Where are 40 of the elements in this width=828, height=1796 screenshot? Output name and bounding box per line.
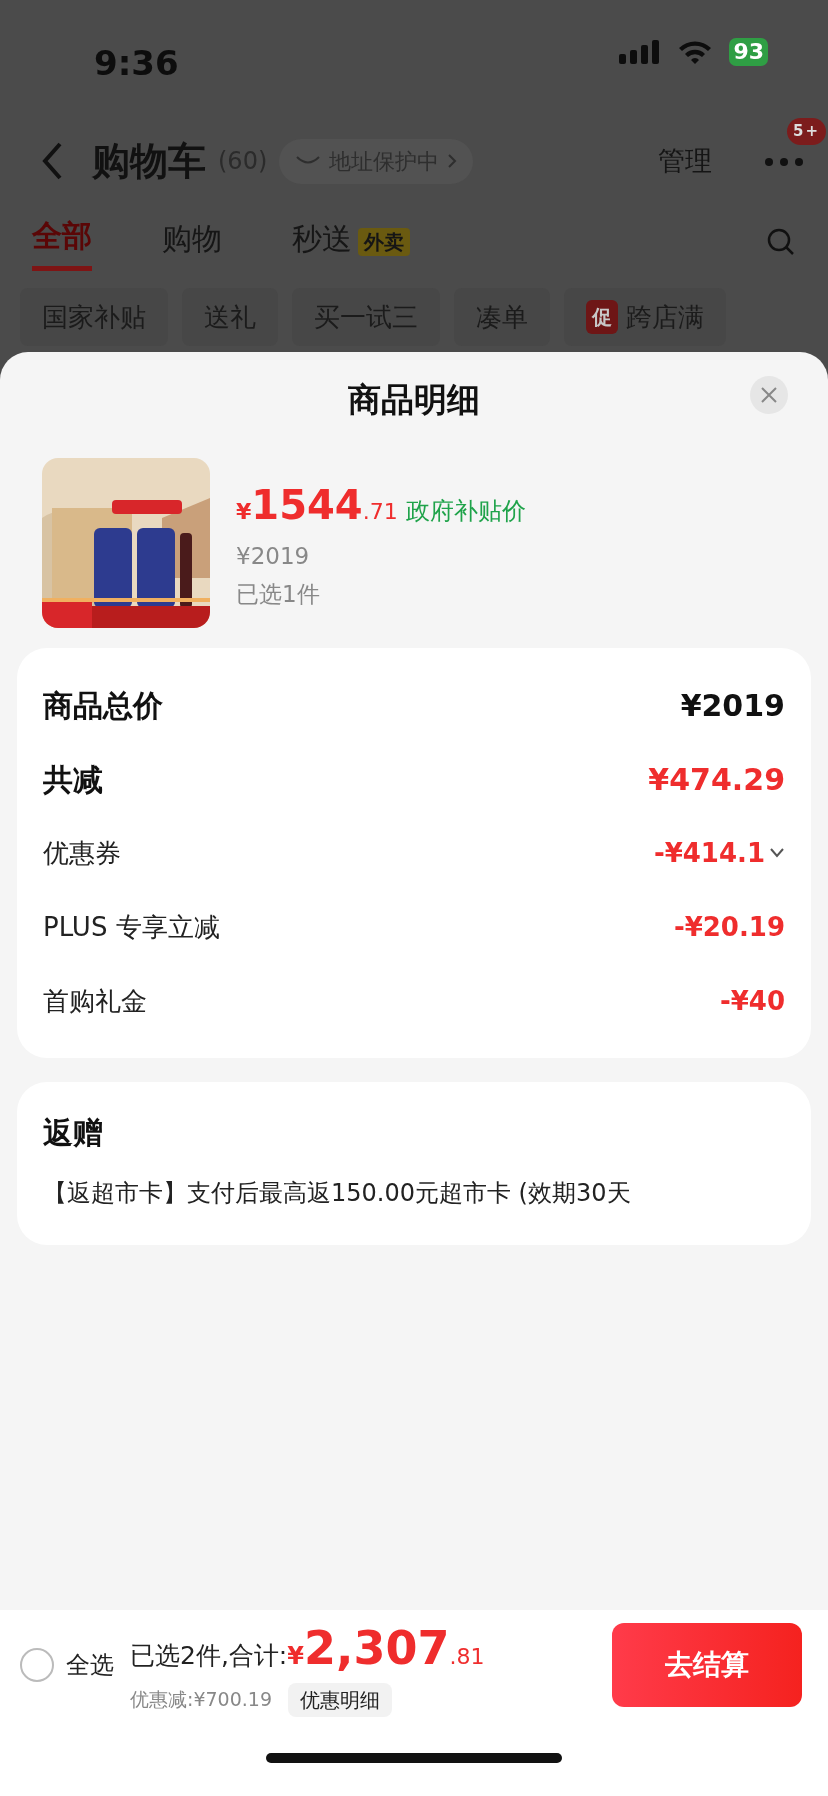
summary-value: -¥414.1 [653,836,765,870]
total-price: ¥2,307.81 [287,1619,485,1677]
summary-label: 商品总价 [43,686,163,725]
summary-value: -¥40 [719,984,785,1018]
chevron-icon [447,153,458,169]
battery-level: 93 [729,38,768,66]
rebate-title: 返赠 [43,1114,104,1152]
category-tab[interactable]: 全部 [32,213,92,271]
tab-badge: 外卖 [358,227,410,256]
summary-value: ¥474.29 [648,760,785,799]
home-indicator[interactable] [266,1753,562,1763]
summary-label: 优惠券 [43,836,121,870]
price-label: 政府补贴价 [405,495,526,527]
original-price: ¥2019 [236,541,311,571]
select-all-label[interactable]: 全选 [66,1647,114,1683]
discount-detail-button[interactable]: 优惠明细 [288,1682,392,1717]
sheet-title: 商品明细 [348,379,480,422]
product-price: ¥1544.71 [236,480,398,530]
summary-label: 共减 [43,760,103,799]
savings-text: 优惠减:¥700.19 [130,1687,272,1713]
notification-badge: 5+ [787,118,826,145]
search-icon [766,227,796,257]
summary-label: 首购礼金 [43,984,147,1018]
summary-value: -¥20.19 [673,910,785,944]
rebate-text: 【返超市卡】支付后最高返150.00元超市卡 (效期30天 [43,1178,632,1209]
close-button[interactable] [750,376,788,414]
page-title: 购物车 [92,137,206,185]
close-icon [760,386,778,404]
promo-tag: 促 [586,300,618,334]
signal-icon [619,38,662,66]
back-icon [40,141,64,181]
summary-value: ¥2019 [680,686,785,725]
summary-label: PLUS 专享立减 [43,910,220,944]
checkout-button[interactable]: 去结算 [612,1623,802,1707]
chevron-down-icon [769,847,785,859]
selected-count: 已选1件 [236,580,321,609]
total-label: 已选2件,合计: [130,1639,288,1672]
select-all-checkbox[interactable] [20,1648,54,1682]
more-icon [764,157,804,167]
status-time: 9:36 [94,42,179,85]
